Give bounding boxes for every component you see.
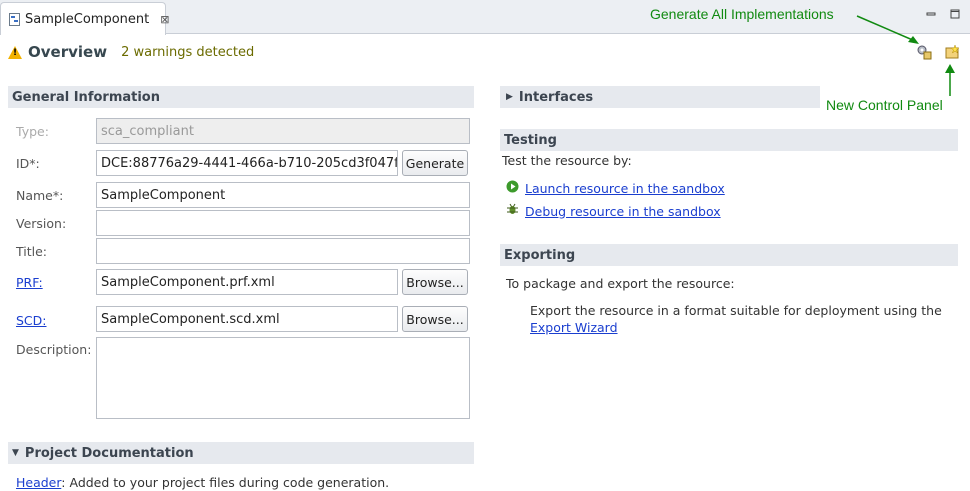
project-documentation-title: Project Documentation	[24, 445, 194, 461]
annotation-arrow-control-panel	[945, 64, 955, 96]
scd-browse-button[interactable]: Browse...	[402, 306, 468, 332]
header-doc-row: Header: Added to your project files duri…	[16, 475, 389, 490]
tab-label: SampleComponent	[25, 11, 150, 27]
export-wizard-row: Export Wizard	[530, 320, 618, 335]
launch-row: Launch resource in the sandbox	[506, 180, 725, 196]
export-wizard-link[interactable]: Export Wizard	[530, 320, 618, 335]
prf-field[interactable]: SampleComponent.prf.xml	[96, 269, 398, 295]
version-label: Version:	[16, 216, 67, 231]
generate-button[interactable]: Generate	[402, 150, 468, 176]
title-label: Title:	[16, 244, 47, 259]
warning-icon: !	[8, 45, 22, 59]
debug-bug-icon	[506, 203, 519, 219]
exporting-intro: To package and export the resource:	[506, 276, 735, 291]
description-field[interactable]	[96, 337, 470, 419]
id-field[interactable]: DCE:88776a29-4441-466a-b710-205cd3f047f6	[96, 150, 398, 176]
maximize-icon[interactable]	[950, 8, 960, 22]
header-link[interactable]: Header	[16, 475, 61, 490]
minimize-icon[interactable]	[926, 8, 936, 22]
scd-link[interactable]: SCD:	[16, 313, 47, 328]
name-label: Name*:	[16, 188, 64, 203]
warning-status: 2 warnings detected	[121, 44, 255, 60]
new-control-panel-icon[interactable]	[944, 44, 960, 60]
type-label: Type:	[16, 124, 49, 139]
annotation-generate-all: Generate All Implementations	[650, 6, 834, 22]
version-field[interactable]	[96, 210, 470, 236]
id-label: ID*:	[16, 156, 40, 171]
exporting-header: Exporting	[500, 244, 958, 266]
launch-sandbox-link[interactable]: Launch resource in the sandbox	[525, 181, 725, 196]
annotation-arrow-generate	[856, 15, 919, 44]
general-information-header: General Information	[8, 86, 474, 108]
debug-row: Debug resource in the sandbox	[506, 203, 721, 219]
overview-header: ! Overview 2 warnings detected	[8, 43, 254, 61]
description-label: Description:	[16, 342, 92, 357]
close-icon[interactable]: ⊠	[160, 13, 169, 26]
name-field[interactable]: SampleComponent	[96, 182, 470, 208]
project-documentation-header[interactable]: ▼ Project Documentation	[8, 442, 474, 464]
type-field: sca_compliant	[96, 118, 470, 144]
tab-samplecomponent[interactable]: SampleComponent ⊠	[0, 2, 169, 35]
prf-link[interactable]: PRF:	[16, 275, 43, 290]
scd-field[interactable]: SampleComponent.scd.xml	[96, 306, 398, 332]
prf-browse-button[interactable]: Browse...	[402, 269, 468, 295]
generate-all-implementations-icon[interactable]	[916, 44, 932, 60]
component-file-icon	[9, 12, 20, 26]
header-description: : Added to your project files during cod…	[61, 475, 390, 490]
title-field[interactable]	[96, 238, 470, 264]
debug-sandbox-link[interactable]: Debug resource in the sandbox	[525, 204, 721, 219]
exporting-body: Export the resource in a format suitable…	[530, 303, 942, 318]
testing-intro: Test the resource by:	[502, 153, 632, 168]
interfaces-title: Interfaces	[518, 89, 594, 105]
chevron-down-icon: ▼	[12, 448, 19, 458]
chevron-right-icon: ▶	[506, 92, 513, 102]
interfaces-header[interactable]: ▶ Interfaces	[500, 86, 820, 108]
testing-header: Testing	[500, 129, 958, 151]
annotation-new-control-panel: New Control Panel	[826, 97, 943, 113]
page-title: Overview	[28, 43, 108, 61]
run-icon	[506, 180, 519, 196]
